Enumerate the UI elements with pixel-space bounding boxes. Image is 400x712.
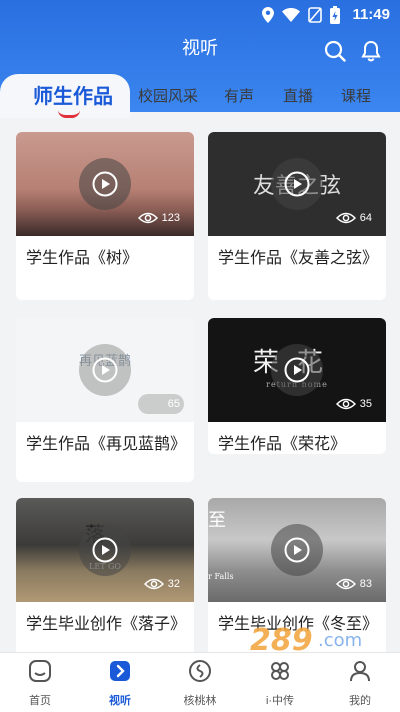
video-thumbnail: 荣花 return home 35	[208, 318, 386, 422]
view-count: 32	[140, 574, 184, 594]
clover-icon	[271, 662, 289, 680]
eye-icon	[335, 212, 356, 224]
wifi-icon	[282, 8, 300, 22]
eye-icon	[137, 212, 158, 224]
bottom-nav: 首页 视听 核桃林 i·中传 我的	[0, 652, 400, 712]
view-count: 83	[332, 574, 376, 594]
nav-walnut[interactable]: 核桃林	[170, 659, 230, 708]
search-icon[interactable]	[324, 40, 346, 62]
play-button[interactable]	[271, 524, 323, 576]
video-title: 学生毕业创作《落子》	[26, 616, 187, 633]
svg-text:.com: .com	[318, 630, 362, 651]
battery-icon	[330, 6, 340, 24]
nav-home[interactable]: 首页	[10, 659, 70, 708]
location-icon	[262, 7, 274, 23]
video-thumbnail: 123	[16, 132, 194, 236]
status-time: 11:49	[352, 6, 390, 23]
nav-me[interactable]: 我的	[330, 659, 390, 708]
play-button[interactable]	[79, 158, 131, 210]
video-thumbnail: 冬至 Winter Falls 83	[208, 498, 386, 602]
tab-live[interactable]: 直播	[283, 85, 313, 106]
video-thumbnail: 友善之弦 64	[208, 132, 386, 236]
play-button[interactable]	[271, 344, 323, 396]
user-icon	[350, 661, 370, 682]
no-sim-icon	[308, 7, 322, 23]
tab-student-works[interactable]: 师生作品	[33, 80, 113, 109]
view-count: 123	[134, 208, 184, 228]
video-thumbnail: 落 LET GO 32	[16, 498, 194, 602]
video-thumbnail: 再见蓝鹊 65	[16, 318, 194, 422]
video-card[interactable]: 再见蓝鹊 65 学生作品《再见蓝鹊》	[16, 318, 194, 482]
video-title: 学生作品《荣花》	[218, 436, 347, 453]
video-card[interactable]: 123 学生作品《树》	[16, 132, 194, 300]
eye-icon	[143, 578, 164, 590]
video-title: 学生作品《友善之弦》	[218, 250, 379, 267]
video-card[interactable]: 荣花 return home 35 学生作品《荣花》	[208, 318, 386, 454]
tab-campus-style[interactable]: 校园风采	[138, 85, 198, 106]
play-icon	[284, 537, 310, 563]
tab-audio[interactable]: 有声	[224, 85, 254, 106]
play-button[interactable]	[79, 524, 131, 576]
play-icon	[92, 357, 118, 383]
video-title: 学生作品《树》	[26, 250, 139, 267]
tab-courses[interactable]: 课程	[341, 85, 371, 106]
status-bar: 11:49	[0, 0, 400, 30]
nav-cuc[interactable]: i·中传	[250, 659, 310, 708]
video-grid: 123 学生作品《树》 友善之弦 64 学生作品《友善之弦》 再见蓝鹊 65 学…	[0, 118, 400, 652]
play-button[interactable]	[271, 158, 323, 210]
video-title: 学生作品《再见蓝鹊》	[26, 436, 187, 453]
thumbnail-caption: 冬至	[208, 510, 226, 531]
nav-av[interactable]: 视听	[90, 659, 150, 708]
home-icon	[29, 660, 51, 682]
video-card[interactable]: 落 LET GO 32 学生毕业创作《落子》	[16, 498, 194, 652]
thumbnail-subcaption: Winter Falls	[208, 572, 234, 581]
view-count: 65	[138, 394, 184, 414]
walnut-icon	[189, 660, 211, 682]
view-count: 35	[332, 394, 376, 414]
play-square-icon	[110, 661, 130, 681]
play-icon	[284, 171, 310, 197]
eye-icon	[335, 578, 356, 590]
bell-icon[interactable]	[360, 40, 382, 62]
view-count: 64	[332, 208, 376, 228]
play-icon	[92, 537, 118, 563]
video-card[interactable]: 友善之弦 64 学生作品《友善之弦》	[208, 132, 386, 300]
play-icon	[92, 171, 118, 197]
play-button[interactable]	[79, 344, 131, 396]
play-icon	[284, 357, 310, 383]
eye-icon	[335, 398, 356, 410]
